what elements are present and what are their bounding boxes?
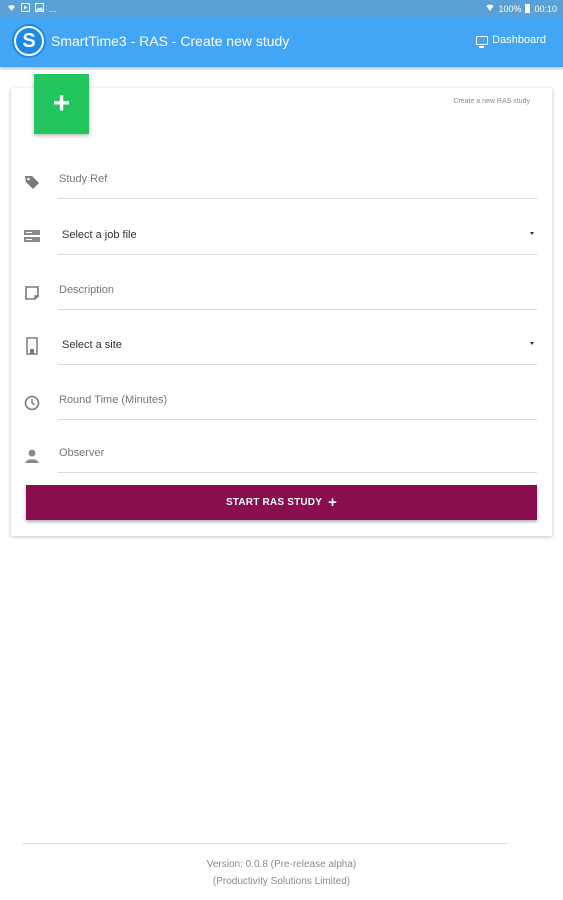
round-time-row: Round Time (Minutes) [11,384,552,432]
job-file-row: Select a job file [11,219,552,267]
dashboard-button[interactable]: Dashboard [476,34,546,48]
study-ref-field[interactable]: Study Ref [58,163,537,199]
sticky-note-icon [23,284,41,302]
footer-divider [22,843,509,844]
tags-icon [23,173,41,191]
page-title: SmartTime3 - RAS - Create new study [51,33,290,49]
description-label: Description [59,284,115,296]
job-file-select[interactable]: Select a job file [58,219,537,255]
card-caption: Create a new RAS study [453,98,530,105]
site-row: Select a site [11,329,552,377]
plus-icon: + [328,494,338,511]
start-ras-study-button[interactable]: START RAS STUDY + [26,485,537,520]
user-icon [23,447,41,465]
site-selected: Select a site [62,339,122,351]
play-icon [21,3,30,14]
building-icon [23,337,41,355]
signal-icon [486,3,494,14]
logo-letter: S [16,28,42,54]
status-right: 100% 00:10 [486,3,557,14]
chevron-down-icon [530,232,534,235]
version-text: Version: 0.0.8 (Pre-release alpha) [206,859,357,870]
dashboard-label: Dashboard [492,34,546,46]
create-study-card: Create a new RAS study Study Ref Select … [11,88,552,536]
battery-percent: 100% [498,3,522,14]
study-ref-row: Study Ref [11,163,552,211]
clock-time: 00:10 [534,3,557,14]
clock-icon [23,394,41,412]
add-study-icon: + [34,74,89,134]
more-icon: ... [49,3,57,14]
chevron-down-icon [530,342,534,345]
wifi-icon [7,3,16,14]
description-row: Description [11,274,552,322]
start-button-label: START RAS STUDY [225,497,323,508]
observer-field[interactable]: Observer [58,437,537,473]
round-time-label: Round Time (Minutes) [59,394,168,406]
app-bar: S SmartTime3 - RAS - Create new study Da… [0,17,563,67]
app-logo: S [12,24,46,58]
study-ref-label: Study Ref [59,173,108,185]
description-field[interactable]: Description [58,274,537,310]
image-icon [35,3,44,14]
job-file-selected: Select a job file [62,229,137,241]
observer-row: Observer [11,437,552,485]
status-bar: ... 100% 00:10 [0,0,563,17]
monitor-icon [476,35,489,48]
round-time-field[interactable]: Round Time (Minutes) [58,384,537,420]
status-left-icons: ... [7,3,57,14]
server-icon [23,227,41,245]
company-text: (Productivity Solutions Limited) [212,876,351,887]
observer-label: Observer [59,447,105,459]
site-select[interactable]: Select a site [58,329,537,365]
footer: Version: 0.0.8 (Pre-release alpha) (Prod… [0,856,563,890]
battery-icon [525,4,531,13]
